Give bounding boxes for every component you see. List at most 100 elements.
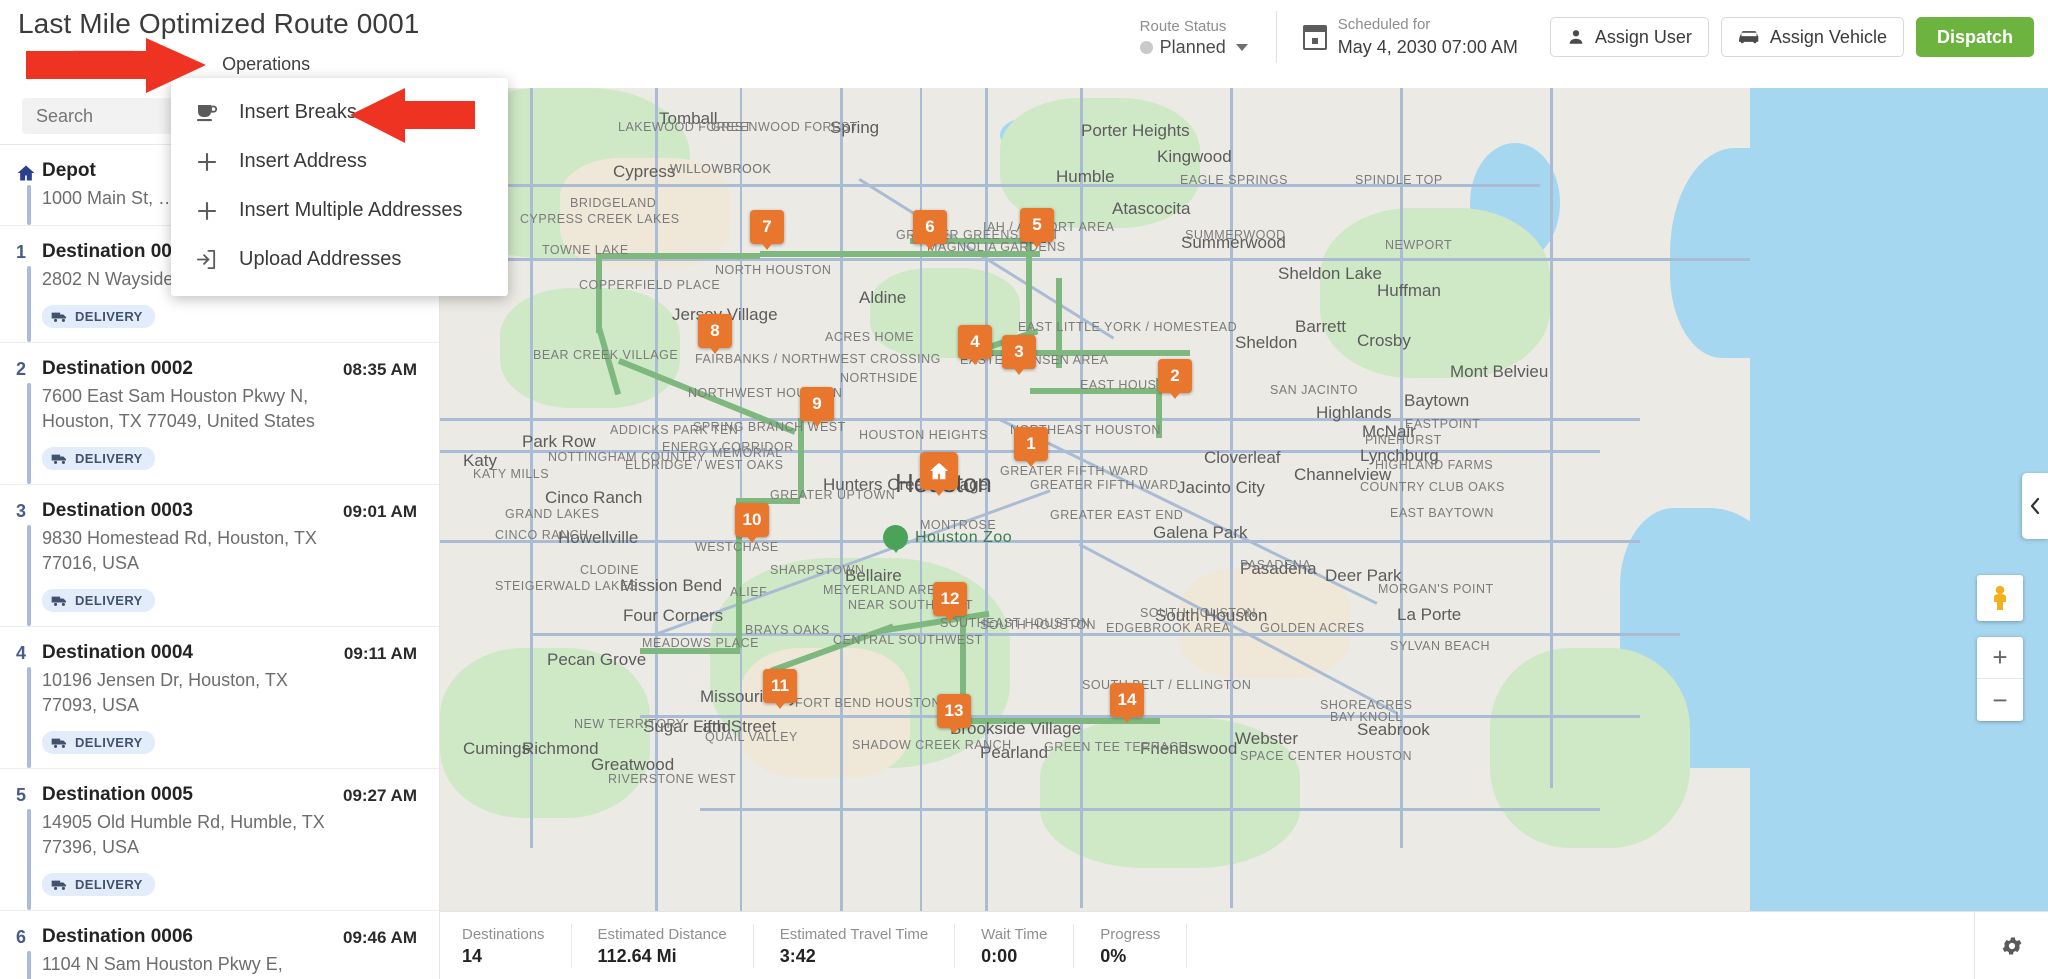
- street-view-pegman-icon[interactable]: [1977, 575, 2023, 621]
- destination-row[interactable]: 4 Destination 0004 10196 Jensen Dr, Housto…: [0, 627, 439, 769]
- map-neighborhood-label: SOUTH BELT / ELLINGTON: [1082, 678, 1252, 692]
- map-marker-14[interactable]: 14: [1110, 683, 1144, 717]
- assign-user-label: Assign User: [1594, 26, 1692, 47]
- assign-vehicle-button[interactable]: Assign Vehicle: [1720, 17, 1904, 57]
- map-neighborhood-label: SOUTH HOUSTON: [1140, 606, 1256, 620]
- zoom-out-button[interactable]: −: [1977, 679, 2023, 721]
- destination-eta: 09:11 AM: [343, 644, 417, 663]
- route-status-block[interactable]: Route Status Planned: [1130, 11, 1277, 63]
- route-status-value-row[interactable]: Planned: [1139, 36, 1248, 58]
- zoo-poi-label: Houston Zoo: [915, 529, 1013, 546]
- map-town-label: Sheldon Lake: [1278, 264, 1382, 283]
- home-icon: [929, 462, 949, 480]
- map-marker-1[interactable]: 1: [1014, 427, 1048, 461]
- map-neighborhood-label: MEYERLAND AREA: [823, 583, 945, 597]
- map-marker-10[interactable]: 10: [735, 503, 769, 537]
- menu-option-insert-multiple-addresses[interactable]: Insert Multiple Addresses: [171, 186, 508, 235]
- status-badge-label: DELIVERY: [75, 735, 143, 750]
- menu-option-label: Insert Breaks: [239, 101, 357, 123]
- map-neighborhood-label: COPPERFIELD PLACE: [579, 278, 721, 292]
- app-header: Last Mile Optimized Route 0001 FileInser…: [0, 0, 2048, 88]
- map-town-label: Humble: [1056, 167, 1115, 186]
- destination-address: 7600 East Sam Houston Pkwy N, Houston, T…: [42, 386, 315, 431]
- zoom-controls[interactable]: + −: [1977, 637, 2023, 721]
- destination-title: Destination 0002: [42, 358, 193, 379]
- destination-row[interactable]: 6 Destination 0006 1104 N Sam Houston Pkwy…: [0, 911, 439, 979]
- map-neighborhood-label: SYLVAN BEACH: [1390, 639, 1491, 653]
- status-badge-label: DELIVERY: [75, 451, 143, 466]
- route-connector-line: [27, 185, 31, 225]
- destination-row[interactable]: 5 Destination 0005 14905 Old Humble Rd, Hu…: [0, 769, 439, 911]
- map-town-label: Richmond: [522, 739, 599, 758]
- collapse-panel-button[interactable]: [2022, 473, 2048, 539]
- pegman-glyph: [1994, 585, 2006, 610]
- dispatch-button[interactable]: Dispatch: [1915, 17, 2034, 57]
- destination-address: 9830 Homestead Rd, Houston, TX 77016, US…: [42, 528, 317, 573]
- map-marker-2[interactable]: 2: [1158, 359, 1192, 393]
- chevron-down-icon[interactable]: [1235, 43, 1248, 51]
- map-marker-3[interactable]: 3: [1002, 335, 1036, 369]
- map-neighborhood-label: GREATER UPTOWN: [770, 488, 896, 502]
- gear-icon: [2002, 937, 2021, 955]
- map-town-label: Aldine: [859, 288, 907, 307]
- truck-icon: [51, 594, 68, 607]
- truck-icon: [51, 452, 68, 465]
- upload-arrow-icon: [195, 248, 239, 271]
- zoo-poi-icon[interactable]: [883, 525, 908, 550]
- destination-details: Destination 0004 10196 Jensen Dr, Houston…: [42, 641, 344, 754]
- map-neighborhood-label: NORTH HOUSTON: [715, 263, 832, 277]
- map-neighborhood-label: GREATER FIFTH WARD: [1000, 464, 1149, 478]
- route-status-value: Planned: [1159, 36, 1226, 57]
- map-neighborhood-label: SHARPSTOWN: [770, 563, 865, 577]
- destination-title: Destination 0003: [42, 500, 193, 521]
- assign-user-button[interactable]: Assign User: [1549, 17, 1709, 57]
- status-badge: DELIVERY: [42, 731, 155, 754]
- menu-option-upload-addresses[interactable]: Upload Addresses: [171, 235, 508, 284]
- plus-icon: [195, 150, 239, 174]
- menu-option-label: Upload Addresses: [239, 248, 402, 270]
- stat-label: Destinations: [462, 925, 545, 943]
- zoom-in-button[interactable]: +: [1977, 637, 2023, 679]
- map-town-label: Sheldon: [1235, 333, 1298, 352]
- map-marker-9[interactable]: 9: [800, 387, 834, 421]
- map-neighborhood-label: GREATER FIFTH WARD: [1030, 478, 1179, 492]
- map-marker-11[interactable]: 11: [763, 669, 797, 703]
- destination-title: Destination 0006: [42, 926, 193, 947]
- truck-icon: [51, 878, 68, 891]
- map-neighborhood-label: GREENWOOD FOREST: [711, 120, 858, 134]
- menu-item-operations[interactable]: Operations: [212, 50, 320, 78]
- map-neighborhood-label: COUNTRY CLUB OAKS: [1360, 480, 1505, 494]
- depot-marker[interactable]: [920, 452, 958, 490]
- plus-icon: [195, 199, 239, 223]
- map-marker-4[interactable]: 4: [958, 325, 992, 359]
- map-neighborhood-label: BAY KNOLL: [1330, 710, 1403, 724]
- map-neighborhood-label: HOUSTON HEIGHTS: [859, 428, 988, 442]
- map-town-label: Pecan Grove: [547, 650, 647, 669]
- map-marker-13[interactable]: 13: [937, 694, 971, 728]
- settings-button[interactable]: [1974, 912, 2048, 979]
- map-canvas[interactable]: Cypress Aldine Jersey Village Park Row Katy C…: [440, 88, 2048, 979]
- menu-option-insert-address[interactable]: Insert Address: [171, 137, 508, 186]
- map-marker-6[interactable]: 6: [913, 210, 947, 244]
- map-neighborhood-label: MAGNOLIA GARDENS: [927, 240, 1066, 254]
- map-neighborhood-label: CLODINE: [580, 563, 640, 577]
- map-neighborhood-label: GREATER EAST END: [1050, 508, 1184, 522]
- map-marker-5[interactable]: 5: [1020, 208, 1054, 242]
- header-actions: Route Status Planned Scheduled for May 4…: [1130, 10, 2034, 64]
- map-marker-12[interactable]: 12: [933, 582, 967, 616]
- map-neighborhood-label: WESTCHASE: [695, 540, 779, 554]
- map-marker-7[interactable]: 7: [750, 210, 784, 244]
- scheduled-block[interactable]: Scheduled for May 4, 2030 07:00 AM: [1277, 11, 1538, 63]
- destination-row[interactable]: 2 Destination 0002 7600 East Sam Houston P…: [0, 343, 439, 485]
- map-green-9: [1490, 648, 1690, 848]
- map-road-v2: [840, 88, 843, 979]
- map-neighborhood-label: BRAYS OAKS: [745, 623, 830, 637]
- map-neighborhood-label: MORGAN'S POINT: [1378, 582, 1494, 596]
- destination-eta: 09:46 AM: [342, 928, 417, 947]
- map-neighborhood-label: EAST LITTLE YORK / HOMESTEAD: [1018, 320, 1238, 334]
- status-badge-label: DELIVERY: [75, 877, 143, 892]
- map-road-h7: [700, 808, 1600, 811]
- stat-value: 14: [462, 945, 483, 966]
- destination-row[interactable]: 3 Destination 0003 9830 Homestead Rd, Hous…: [0, 485, 439, 627]
- map-marker-8[interactable]: 8: [698, 314, 732, 348]
